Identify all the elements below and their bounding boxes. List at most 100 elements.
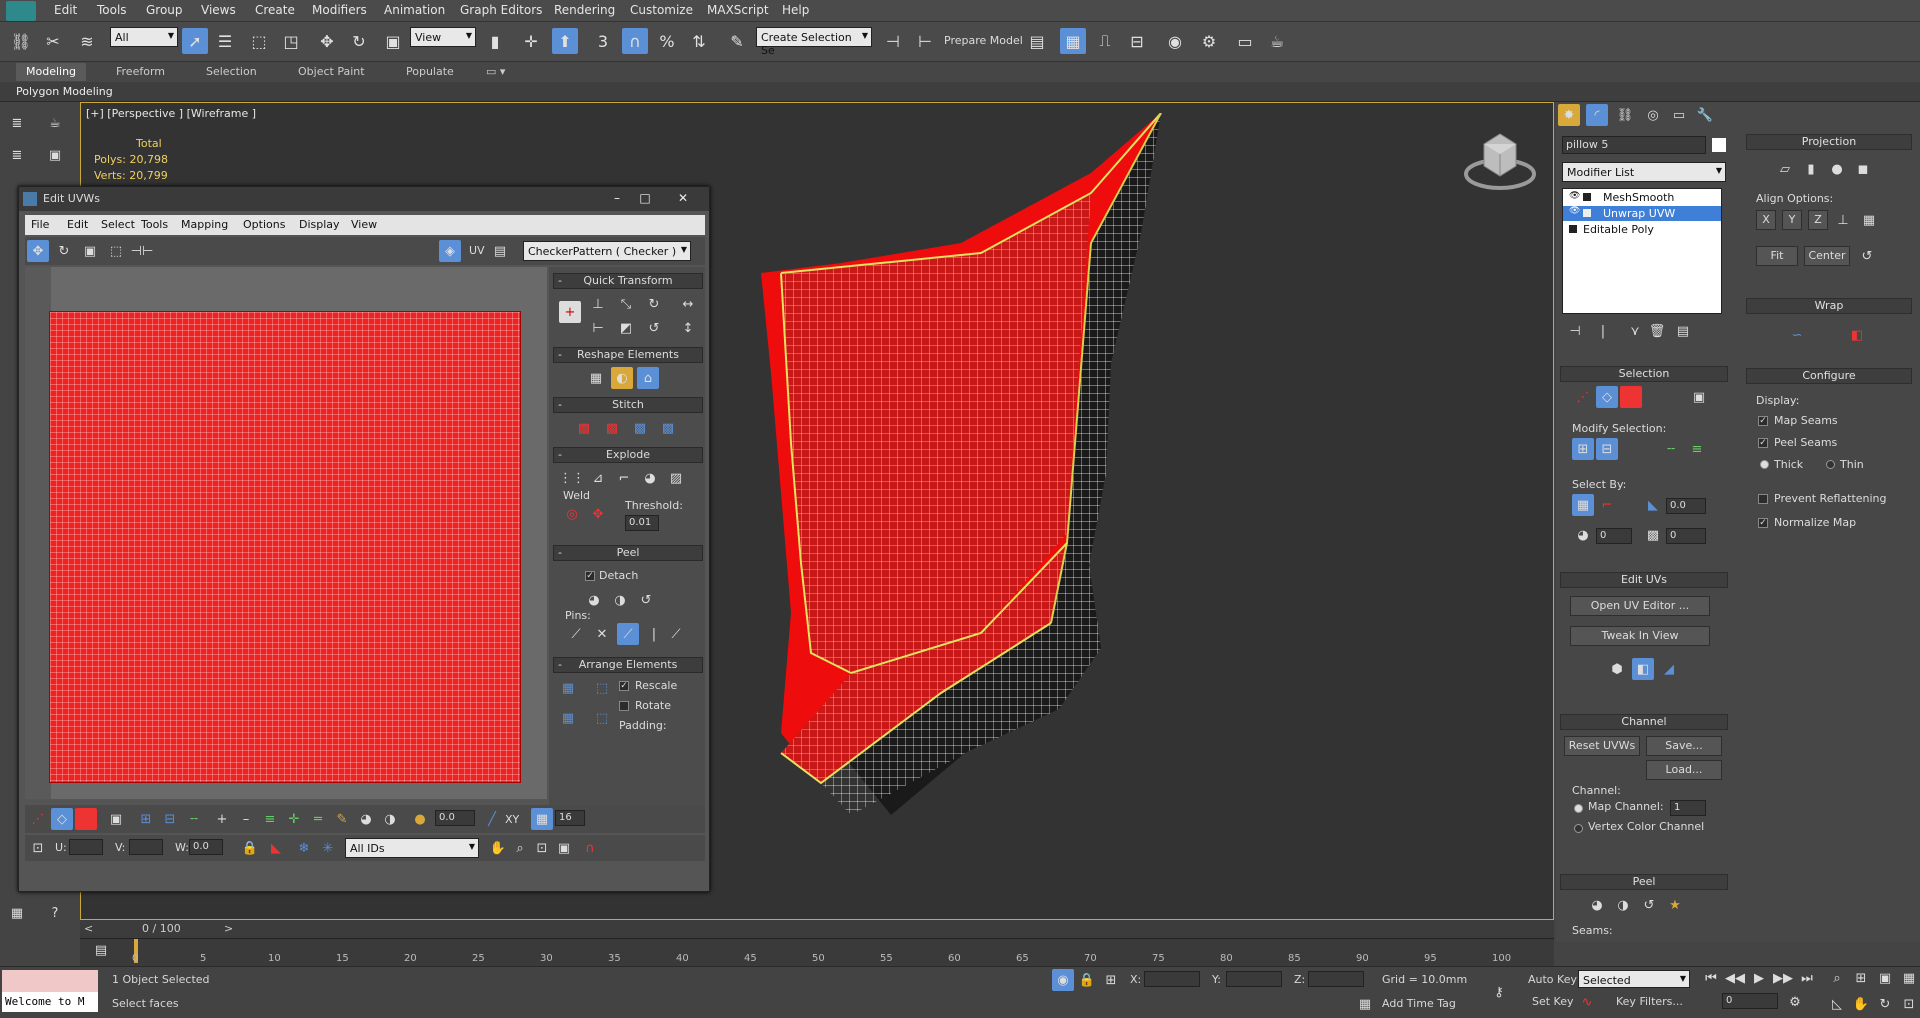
set-key-button[interactable]: Set Key bbox=[1532, 995, 1574, 1008]
key-icon[interactable]: ⚷ bbox=[1488, 981, 1510, 1003]
rect-region-icon[interactable]: ⬚ bbox=[246, 28, 272, 54]
peel-reset-icon[interactable]: ↺ bbox=[1638, 894, 1660, 916]
arrange-elements-header[interactable]: Arrange Elements bbox=[553, 657, 703, 673]
fov-icon[interactable]: ◺ bbox=[1826, 993, 1848, 1015]
rotate-neg-90-icon[interactable]: ↺ bbox=[643, 317, 665, 339]
v-field[interactable] bbox=[129, 839, 163, 855]
rotate-icon[interactable]: ↻ bbox=[346, 28, 372, 54]
tab-populate[interactable]: Populate bbox=[396, 63, 464, 81]
space-vertical-icon[interactable]: ↕ bbox=[677, 317, 699, 339]
save-uvws-button[interactable]: Save... bbox=[1646, 736, 1722, 756]
modify-tab-icon[interactable]: ◜ bbox=[1586, 104, 1608, 126]
zoom-extents-all-icon[interactable]: ▣ bbox=[1874, 967, 1896, 989]
edit-named-sel-icon[interactable]: ✎ bbox=[724, 28, 750, 54]
uv-checker-grid[interactable] bbox=[49, 311, 521, 783]
stitch-average-icon[interactable]: ▩ bbox=[629, 417, 651, 439]
sel-element-icon[interactable]: ▣ bbox=[1688, 386, 1710, 408]
keyboard-shortcut-icon[interactable]: ⬆ bbox=[552, 28, 578, 54]
peel-quick-icon[interactable]: ◕ bbox=[1586, 894, 1608, 916]
reshape-elements-header[interactable]: Reshape Elements bbox=[553, 347, 703, 363]
make-unique-icon[interactable]: ⋎ bbox=[1624, 320, 1646, 342]
weld-selected-icon[interactable]: ✥ bbox=[587, 503, 609, 525]
rescale-checkbox[interactable]: ✓ bbox=[619, 681, 629, 691]
peel-pelt-icon[interactable]: ◑ bbox=[1612, 894, 1634, 916]
thin-radio[interactable] bbox=[1826, 460, 1835, 469]
explode-header[interactable]: Explode bbox=[553, 447, 703, 463]
absolute-offset-icon[interactable]: ⊡ bbox=[27, 837, 49, 859]
menu-maxscript[interactable]: MAXScript bbox=[707, 3, 769, 17]
falloff-linear-icon[interactable]: ╱ bbox=[481, 808, 503, 830]
align-horizontal-icon[interactable]: ⤡ bbox=[615, 293, 637, 315]
rotate-checkbox[interactable] bbox=[619, 701, 629, 711]
select-object-icon[interactable]: ➚ bbox=[182, 28, 208, 54]
reset-projection-icon[interactable]: ↺ bbox=[1856, 245, 1878, 267]
time-tag-icon[interactable]: ▦ bbox=[1354, 993, 1376, 1015]
stack-icon[interactable]: ≣ bbox=[6, 144, 28, 166]
abs-mode-icon[interactable]: ⊞ bbox=[1100, 969, 1122, 991]
align-y-button[interactable]: Y bbox=[1782, 210, 1802, 230]
menu-edit[interactable]: Edit bbox=[54, 3, 77, 17]
zoom-extents-sel-icon[interactable]: ▦ bbox=[1898, 967, 1920, 989]
lock-icon[interactable]: 🔒 bbox=[239, 837, 261, 859]
close-icon[interactable]: ✕ bbox=[673, 191, 693, 207]
auto-key-button[interactable]: Auto Key bbox=[1528, 973, 1577, 986]
soft-selection-icon[interactable]: ● bbox=[409, 808, 431, 830]
align-z-button[interactable]: Z bbox=[1808, 210, 1828, 230]
peel-seams-checkbox[interactable]: ✓ bbox=[1758, 438, 1768, 448]
maxscript-listener[interactable]: Welcome to M bbox=[2, 992, 98, 1012]
uv-mirror-icon[interactable]: ⊣⊢ bbox=[131, 240, 154, 262]
loop-shrink-icon[interactable]: ═ bbox=[307, 808, 329, 830]
menu-help[interactable]: Help bbox=[782, 3, 809, 17]
reset-peel-icon[interactable]: ↺ bbox=[635, 589, 657, 611]
expand-icon[interactable] bbox=[1569, 225, 1577, 233]
key-mode-icon[interactable]: ∿ bbox=[1576, 991, 1598, 1013]
uvw-titlebar[interactable]: Edit UVWs – □ ✕ bbox=[19, 187, 709, 211]
loop-grow-icon[interactable]: ✛ bbox=[283, 808, 305, 830]
current-frame-field[interactable]: 0 bbox=[1722, 993, 1778, 1009]
material-id-dropdown[interactable]: All IDs bbox=[345, 838, 479, 858]
quick-peel-icon[interactable]: ◕ bbox=[583, 589, 605, 611]
schematic-view-icon[interactable]: ⊟ bbox=[1124, 28, 1150, 54]
select-by-element-icon[interactable]: ▦ bbox=[1572, 494, 1594, 516]
soft-select-value[interactable]: 0.0 bbox=[435, 810, 475, 826]
sel-edge-icon[interactable]: ◇ bbox=[1596, 386, 1618, 408]
rotate-90-icon[interactable]: ↻ bbox=[643, 293, 665, 315]
center-button[interactable]: Center bbox=[1804, 246, 1850, 266]
pan-icon[interactable]: ✋ bbox=[487, 837, 509, 859]
thick-radio[interactable] bbox=[1760, 460, 1769, 469]
reset-uvws-button[interactable]: Reset UVWs bbox=[1564, 736, 1640, 756]
z-coord-field[interactable] bbox=[1308, 971, 1364, 987]
quick-transform-header[interactable]: Quick Transform bbox=[553, 273, 703, 289]
element-mode-icon[interactable]: ▣ bbox=[105, 808, 127, 830]
w-field[interactable]: 0.0 bbox=[189, 839, 223, 855]
space-horizontal-icon[interactable]: ↔ bbox=[677, 293, 699, 315]
prev-frame-icon[interactable]: < bbox=[84, 922, 93, 935]
angle-snap-icon[interactable]: ∩ bbox=[622, 28, 648, 54]
snaps-toggle-icon[interactable]: 3 bbox=[590, 28, 616, 54]
render-setup-icon[interactable]: ⚙ bbox=[1196, 28, 1222, 54]
relax-icon[interactable]: ◐ bbox=[611, 367, 633, 389]
edit-uvws-window[interactable]: Edit UVWs – □ ✕ File Edit Select Tools M… bbox=[18, 186, 710, 892]
paint-select-icon[interactable]: ✎ bbox=[331, 808, 353, 830]
selection-lock-icon[interactable]: 🔒 bbox=[1076, 969, 1098, 991]
menu-views[interactable]: Views bbox=[201, 3, 236, 17]
maximize-viewport-icon[interactable]: ⊡ bbox=[1898, 993, 1920, 1015]
select-by-name-icon[interactable]: ☰ bbox=[212, 28, 238, 54]
zoom-region-icon[interactable]: ⊡ bbox=[531, 837, 553, 859]
pelt-map-icon[interactable]: ◑ bbox=[609, 589, 631, 611]
peel-header[interactable]: Peel bbox=[553, 545, 703, 561]
stack-item-meshsmooth[interactable]: 👁 MeshSmooth bbox=[1563, 191, 1721, 205]
layers-icon[interactable]: ≣ bbox=[6, 112, 28, 134]
orbit-icon[interactable]: ↻ bbox=[1874, 993, 1896, 1015]
play-icon[interactable]: ▶ bbox=[1748, 967, 1770, 989]
pack-together-icon[interactable]: ▦ bbox=[557, 707, 579, 729]
peel-header[interactable]: Peel bbox=[1560, 874, 1728, 890]
material-editor-icon[interactable]: ◉ bbox=[1162, 28, 1188, 54]
tab-object-paint[interactable]: Object Paint bbox=[288, 63, 375, 81]
minimize-icon[interactable]: – bbox=[607, 191, 627, 207]
eye-icon[interactable]: 👁 bbox=[1569, 206, 1580, 216]
sel-ring-icon[interactable]: ≡ bbox=[1686, 438, 1708, 460]
curve-editor-icon[interactable]: ⎍ bbox=[1092, 28, 1118, 54]
ring-icon[interactable]: ≡ bbox=[259, 808, 281, 830]
menu-modifiers[interactable]: Modifiers bbox=[312, 3, 367, 17]
